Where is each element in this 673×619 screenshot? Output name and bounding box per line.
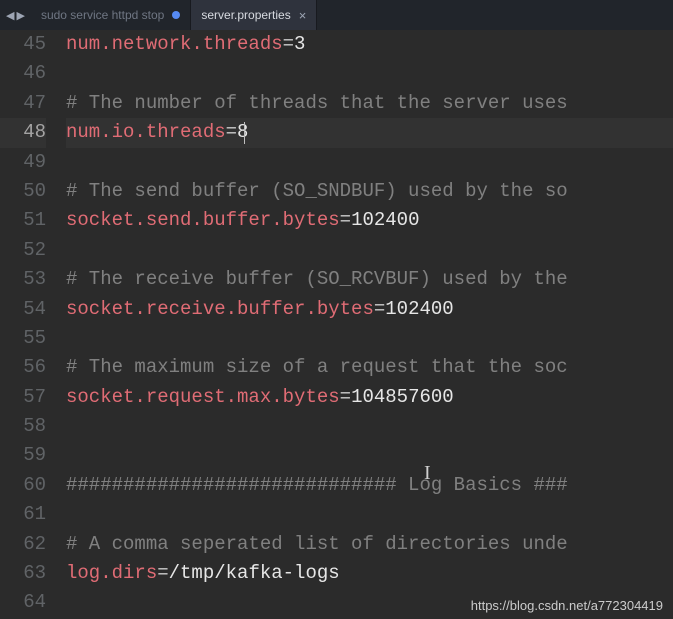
code-line[interactable]: socket.send.buffer.bytes=102400 <box>66 206 673 235</box>
comment-text: # The send buffer (SO_SNDBUF) used by th… <box>66 180 568 202</box>
tab-label: server.properties <box>201 8 290 22</box>
line-number: 64 <box>0 588 46 617</box>
code-line[interactable] <box>66 412 673 441</box>
line-number: 49 <box>0 148 46 177</box>
line-number: 55 <box>0 324 46 353</box>
comment-text: # The number of threads that the server … <box>66 92 568 114</box>
code-line[interactable]: ############################# Log Basics… <box>66 471 673 500</box>
unsaved-dot-icon <box>172 11 180 19</box>
property-key: socket.receive.buffer.bytes <box>66 298 374 320</box>
property-key: num.network.threads <box>66 33 283 55</box>
property-value: 102400 <box>385 298 453 320</box>
equals-sign: = <box>283 33 294 55</box>
property-key: num.io.threads <box>66 121 226 143</box>
line-number: 48 <box>0 118 46 147</box>
code-line[interactable] <box>66 324 673 353</box>
line-number: 60 <box>0 471 46 500</box>
property-value: 8 <box>237 121 248 143</box>
property-value: /tmp/kafka-logs <box>169 562 340 584</box>
equals-sign: = <box>374 298 385 320</box>
code-line[interactable]: num.io.threads=8 <box>66 118 673 147</box>
equals-sign: = <box>157 562 168 584</box>
editor-tab[interactable]: sudo service httpd stop <box>31 0 191 30</box>
tab-bar: ◀ ▶ sudo service httpd stop server.proper… <box>0 0 673 30</box>
code-editor[interactable]: 4546474849505152535455565758596061626364… <box>0 30 673 619</box>
code-line[interactable]: # The maximum size of a request that the… <box>66 353 673 382</box>
code-line[interactable] <box>66 500 673 529</box>
property-key: log.dirs <box>66 562 157 584</box>
line-number: 58 <box>0 412 46 441</box>
line-number: 47 <box>0 89 46 118</box>
tab-nav-left-icon[interactable]: ◀ <box>6 9 14 22</box>
line-number: 51 <box>0 206 46 235</box>
comment-text: ############################# Log Basics… <box>66 474 568 496</box>
property-value: 3 <box>294 33 305 55</box>
property-key: socket.send.buffer.bytes <box>66 209 340 231</box>
line-number: 46 <box>0 59 46 88</box>
comment-text: # The receive buffer (SO_RCVBUF) used by… <box>66 268 568 290</box>
code-line[interactable]: # A comma seperated list of directories … <box>66 530 673 559</box>
line-number: 62 <box>0 530 46 559</box>
tab-nav-arrows: ◀ ▶ <box>6 9 25 22</box>
code-line[interactable]: # The send buffer (SO_SNDBUF) used by th… <box>66 177 673 206</box>
code-line[interactable] <box>66 588 673 617</box>
line-number: 57 <box>0 383 46 412</box>
code-line[interactable]: socket.receive.buffer.bytes=102400 <box>66 295 673 324</box>
line-number: 54 <box>0 295 46 324</box>
comment-text: # A comma seperated list of directories … <box>66 533 568 555</box>
code-line[interactable]: socket.request.max.bytes=104857600 <box>66 383 673 412</box>
equals-sign: = <box>340 386 351 408</box>
tab-label: sudo service httpd stop <box>41 8 164 22</box>
caret-icon <box>244 122 245 144</box>
property-value: 102400 <box>351 209 419 231</box>
code-line[interactable] <box>66 148 673 177</box>
comment-text: # The maximum size of a request that the… <box>66 356 568 378</box>
line-number-gutter: 4546474849505152535455565758596061626364 <box>0 30 56 619</box>
code-line[interactable] <box>66 236 673 265</box>
code-line[interactable] <box>66 59 673 88</box>
code-line[interactable]: # The number of threads that the server … <box>66 89 673 118</box>
editor-tab[interactable]: server.properties × <box>191 0 317 30</box>
line-number: 59 <box>0 441 46 470</box>
equals-sign: = <box>340 209 351 231</box>
line-number: 61 <box>0 500 46 529</box>
property-key: socket.request.max.bytes <box>66 386 340 408</box>
property-value: 104857600 <box>351 386 454 408</box>
code-line[interactable]: log.dirs=/tmp/kafka-logs <box>66 559 673 588</box>
equals-sign: = <box>226 121 237 143</box>
tab-nav-right-icon[interactable]: ▶ <box>16 9 24 22</box>
line-number: 56 <box>0 353 46 382</box>
code-area[interactable]: num.network.threads=3# The number of thr… <box>56 30 673 619</box>
line-number: 63 <box>0 559 46 588</box>
line-number: 45 <box>0 30 46 59</box>
line-number: 53 <box>0 265 46 294</box>
line-number: 52 <box>0 236 46 265</box>
code-line[interactable]: num.network.threads=3 <box>66 30 673 59</box>
close-icon[interactable]: × <box>299 8 307 23</box>
code-line[interactable] <box>66 441 673 470</box>
code-line[interactable]: # The receive buffer (SO_RCVBUF) used by… <box>66 265 673 294</box>
line-number: 50 <box>0 177 46 206</box>
